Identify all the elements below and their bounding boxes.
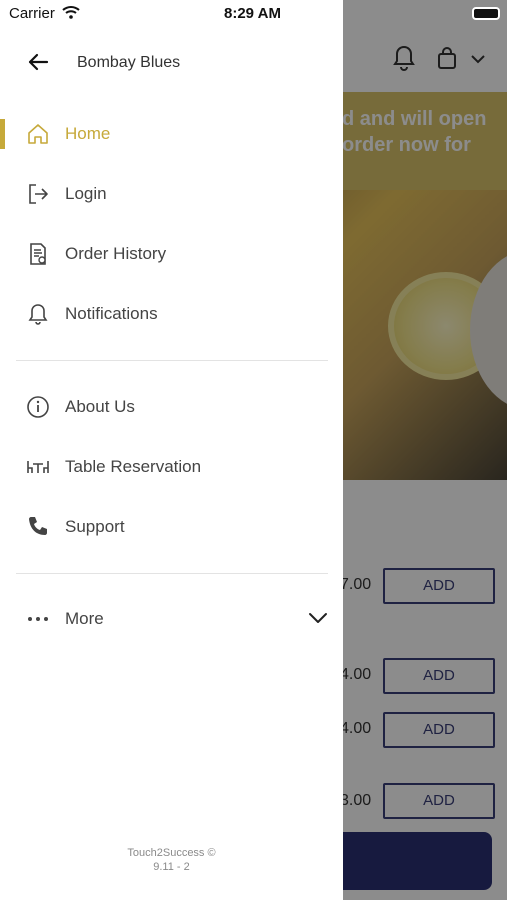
menu-item-label: Login (65, 184, 107, 203)
login-icon (29, 184, 48, 204)
menu-item-label: Order History (65, 244, 167, 263)
info-icon (27, 396, 49, 418)
bell-icon (28, 304, 48, 325)
menu-item-label: More (65, 609, 104, 628)
drawer-header: Bombay Blues (0, 40, 343, 86)
menu-item-table-reservation[interactable]: Table Reservation (0, 443, 343, 491)
menu-item-order-history[interactable]: Order History (0, 230, 343, 278)
footer: Touch2Success © 9.11 - 2 (0, 846, 343, 874)
footer-brand: Touch2Success © (127, 847, 216, 859)
divider (16, 573, 328, 574)
menu-item-notifications[interactable]: Notifications (0, 290, 343, 338)
chevron-down-icon[interactable] (308, 611, 328, 625)
restaurant-name: Bombay Blues (77, 54, 181, 71)
menu-item-login[interactable]: Login (0, 170, 343, 218)
active-indicator (0, 119, 5, 149)
status-bar: Carrier 8:29 AM (0, 0, 507, 28)
footer-version: 9.11 - 2 (153, 861, 190, 873)
home-icon (28, 124, 48, 144)
back-arrow-icon[interactable] (26, 50, 50, 74)
divider (16, 360, 328, 361)
menu-item-label: Notifications (65, 304, 158, 323)
menu-item-label: About Us (65, 397, 135, 416)
menu-item-label: Table Reservation (65, 457, 202, 476)
menu-item-more[interactable]: More (0, 595, 343, 643)
clock: 8:29 AM (224, 5, 281, 22)
phone-icon (29, 517, 47, 535)
menu-item-home[interactable]: Home (0, 110, 343, 158)
more-dots-icon (28, 617, 48, 621)
battery-icon (472, 7, 500, 20)
carrier-label: Carrier (9, 5, 55, 22)
table-icon (27, 461, 49, 473)
menu-item-label: Support (65, 517, 125, 536)
menu-item-support[interactable]: Support (0, 503, 343, 551)
menu-item-about-us[interactable]: About Us (0, 383, 343, 431)
order-history-icon (30, 243, 46, 265)
wifi-icon (62, 6, 80, 19)
navigation-drawer: Bombay Blues Home Login Order History No… (0, 0, 343, 900)
menu-item-label: Home (65, 124, 111, 143)
